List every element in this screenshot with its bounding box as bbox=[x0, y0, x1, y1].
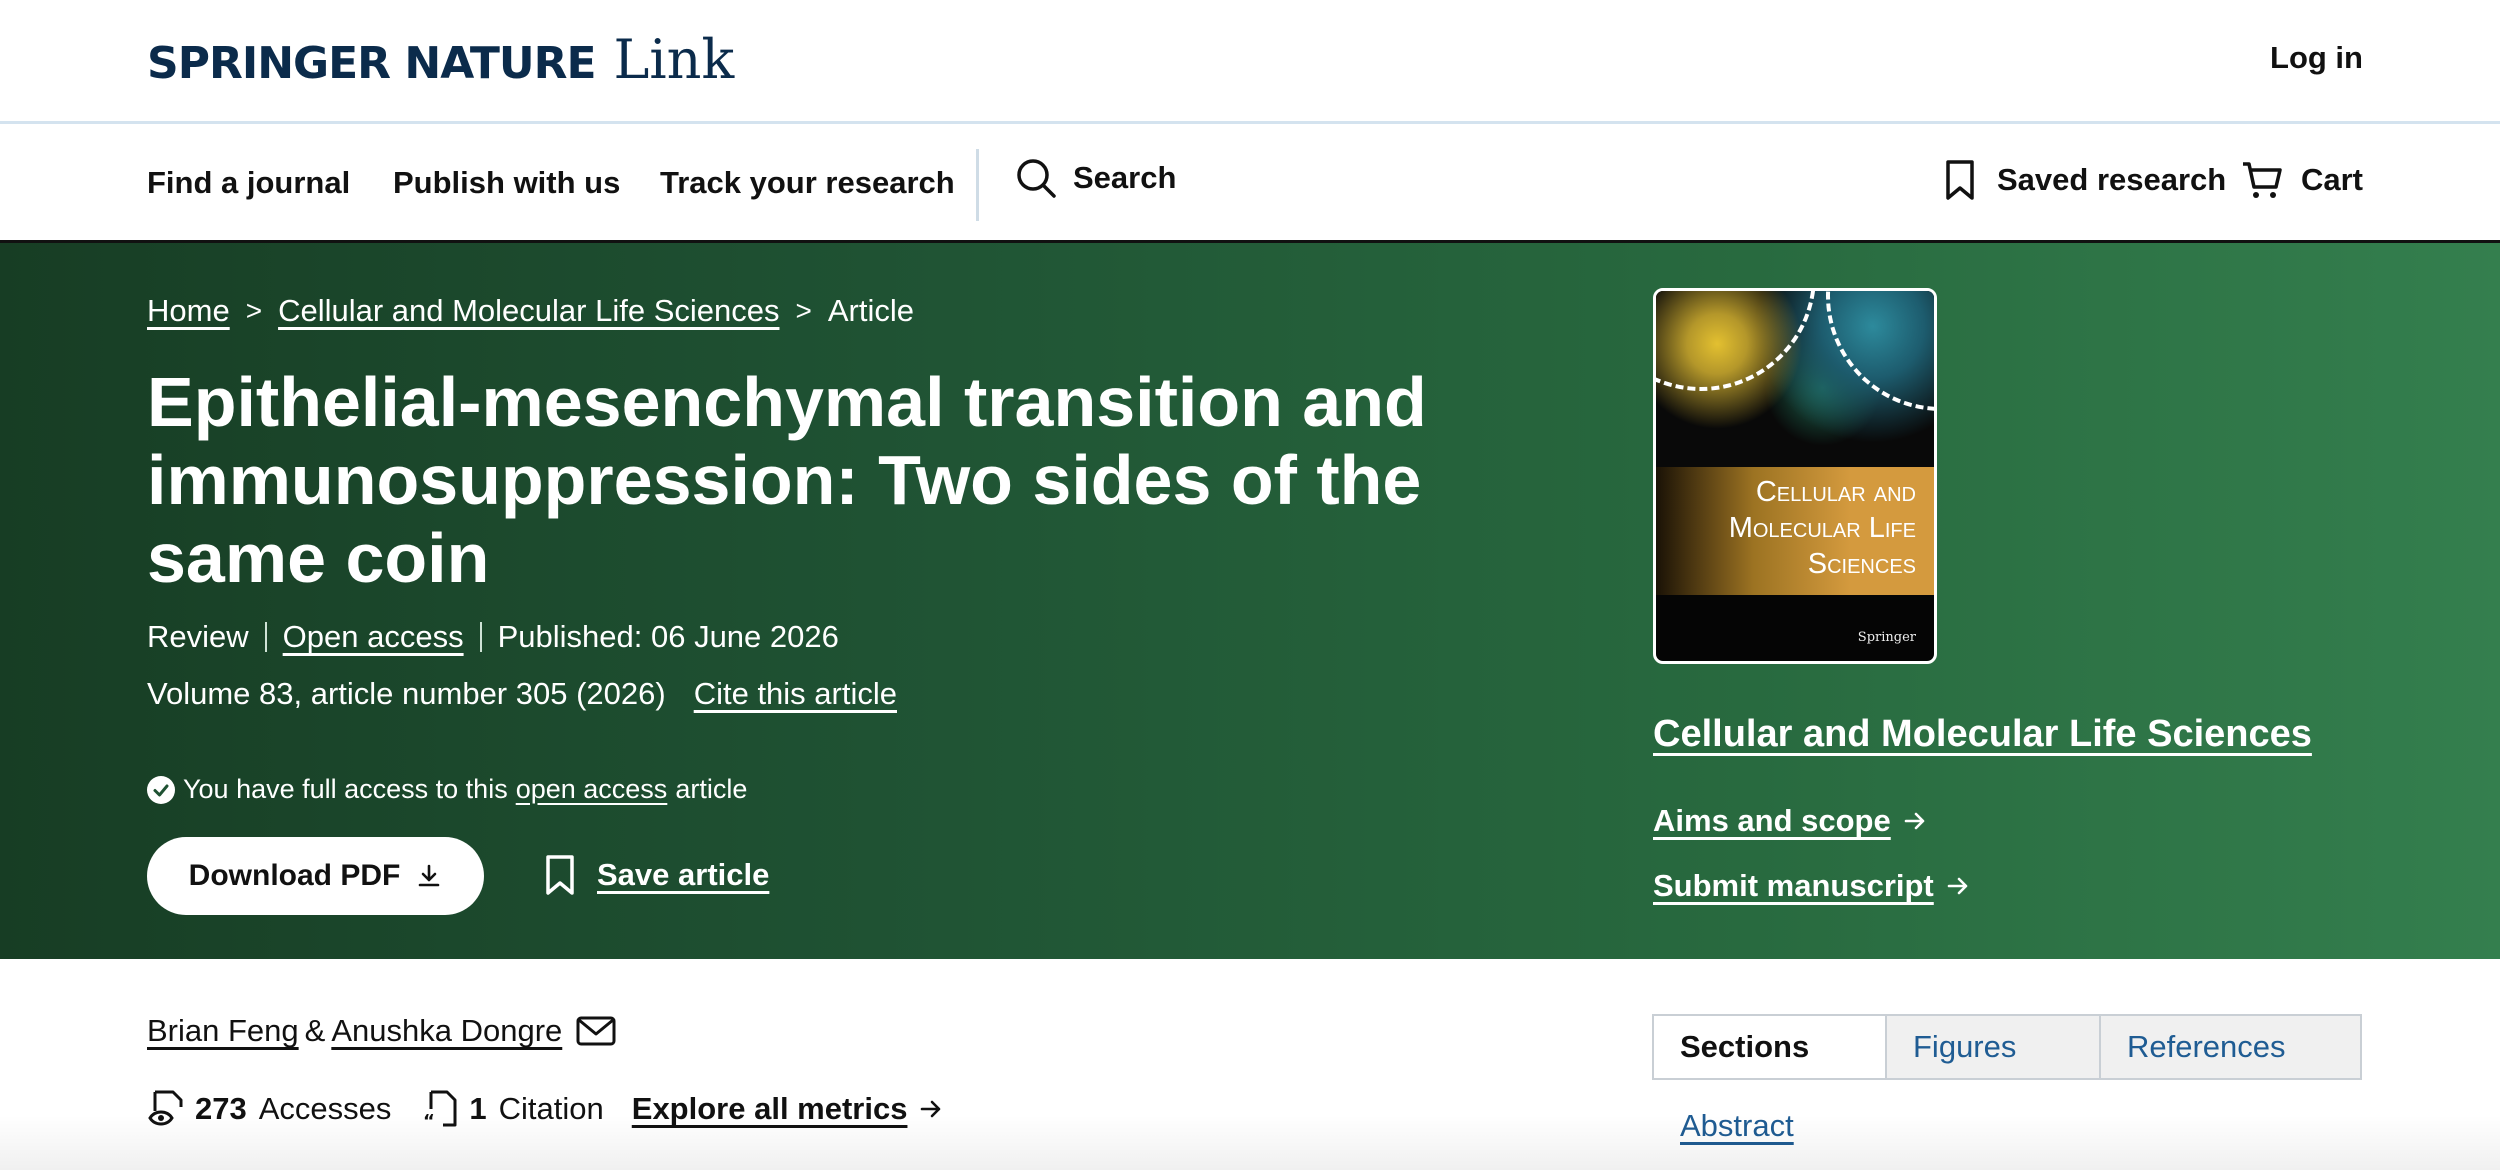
download-pdf-button[interactable]: Download PDF bbox=[147, 837, 484, 915]
breadcrumb-separator: > bbox=[245, 295, 263, 326]
nav-search-label: Search bbox=[1073, 160, 1177, 195]
nav-track-research[interactable]: Track your research bbox=[660, 165, 955, 201]
accesses-label: Accesses bbox=[258, 1091, 392, 1126]
nav-saved-research[interactable]: Saved research bbox=[1945, 159, 2226, 201]
check-circle-icon bbox=[147, 775, 175, 804]
meta-divider bbox=[264, 622, 267, 652]
cart-icon bbox=[2242, 162, 2282, 198]
arrow-right-icon bbox=[1904, 812, 1925, 830]
breadcrumb-current: Article bbox=[827, 293, 914, 328]
main-nav: Find a journal Publish with us Track you… bbox=[0, 127, 2500, 243]
email-icon[interactable] bbox=[576, 1015, 616, 1047]
breadcrumb-separator: > bbox=[795, 295, 812, 326]
logo-product-text: Link bbox=[613, 28, 735, 91]
author-list: Brian Feng & Anushka Dongre bbox=[147, 1013, 616, 1049]
arrow-right-icon bbox=[921, 1100, 941, 1118]
breadcrumb: Home > Cellular and Molecular Life Scien… bbox=[147, 293, 914, 329]
download-icon bbox=[419, 864, 440, 887]
published-date: Published: 06 June 2026 bbox=[497, 619, 839, 654]
site-header: SPRINGER NATURE Link Log in bbox=[0, 0, 2500, 124]
cover-line: Molecular Life bbox=[1728, 512, 1916, 544]
article-volume: Volume 83, article number 305 (2026) bbox=[147, 676, 666, 711]
submit-manuscript-label: Submit manuscript bbox=[1653, 868, 1934, 903]
meta-divider bbox=[479, 622, 482, 652]
cite-article-link[interactable]: Cite this article bbox=[694, 676, 897, 712]
author-link[interactable]: Anushka Dongre bbox=[331, 1013, 562, 1049]
article-title: Epithelial-mesenchymal transition and im… bbox=[147, 363, 1427, 597]
login-link[interactable]: Log in bbox=[2270, 40, 2363, 76]
svg-text:“: “ bbox=[423, 1111, 435, 1129]
submit-manuscript-link[interactable]: Submit manuscript bbox=[1653, 868, 1970, 904]
article-sidebar-tabs: Sections Figures References bbox=[1652, 1014, 2362, 1080]
save-article-label: Save article bbox=[597, 857, 770, 892]
article-metrics: 273 Accesses “ 1 Citation Explore all me… bbox=[147, 1089, 943, 1129]
search-icon bbox=[1017, 159, 1056, 198]
citation-label: Citation bbox=[498, 1091, 604, 1126]
article-volume-row: Volume 83, article number 305 (2026) Cit… bbox=[147, 676, 897, 712]
cover-line: Sciences bbox=[1807, 548, 1916, 580]
arrow-right-icon bbox=[1947, 877, 1968, 895]
article-type: Review bbox=[147, 619, 249, 654]
access-open-access-link[interactable]: open access bbox=[516, 774, 668, 805]
tab-references[interactable]: References bbox=[2101, 1016, 2360, 1078]
journal-cover-image[interactable]: Cellular and Molecular Life Sciences Spr… bbox=[1653, 288, 1937, 664]
nav-cart-label: Cart bbox=[2300, 162, 2363, 197]
article-meta: Review Open access Published: 06 June 20… bbox=[147, 619, 839, 655]
citation-count: 1 bbox=[469, 1091, 487, 1126]
access-suffix: article bbox=[675, 774, 748, 804]
nav-cart[interactable]: Cart bbox=[2241, 159, 2363, 201]
nav-saved-label: Saved research bbox=[1997, 162, 2227, 197]
nav-publish-with-us[interactable]: Publish with us bbox=[393, 165, 620, 201]
aims-and-scope-label: Aims and scope bbox=[1653, 803, 1891, 838]
cover-publisher: Springer bbox=[1857, 630, 1916, 645]
access-notice: You have full access to this open access… bbox=[147, 774, 747, 805]
logo-brand-text: SPRINGER NATURE bbox=[147, 38, 597, 89]
journal-title-link[interactable]: Cellular and Molecular Life Sciences bbox=[1653, 713, 2312, 756]
breadcrumb-journal[interactable]: Cellular and Molecular Life Sciences bbox=[278, 293, 779, 329]
aims-and-scope-link[interactable]: Aims and scope bbox=[1653, 803, 1927, 839]
bookmark-icon bbox=[1946, 160, 1974, 200]
tab-sections[interactable]: Sections bbox=[1654, 1016, 1887, 1078]
access-prefix: You have full access to this bbox=[183, 774, 508, 804]
cover-line: Cellular and bbox=[1755, 476, 1916, 508]
author-joiner: & bbox=[304, 1013, 326, 1048]
nav-divider bbox=[976, 149, 979, 221]
nav-find-journal[interactable]: Find a journal bbox=[147, 165, 350, 201]
section-link-abstract[interactable]: Abstract bbox=[1680, 1108, 1794, 1144]
download-pdf-label: Download PDF bbox=[188, 859, 401, 892]
nav-search-button[interactable]: Search bbox=[1015, 157, 1176, 199]
breadcrumb-home[interactable]: Home bbox=[147, 293, 230, 329]
springer-nature-link-logo[interactable]: SPRINGER NATURE Link bbox=[147, 28, 734, 91]
citation-icon: “ bbox=[423, 1090, 457, 1129]
bookmark-icon bbox=[546, 855, 574, 895]
open-access-link[interactable]: Open access bbox=[283, 619, 464, 655]
author-link[interactable]: Brian Feng bbox=[147, 1013, 299, 1049]
explore-metrics-link[interactable]: Explore all metrics bbox=[632, 1091, 908, 1127]
accesses-icon bbox=[148, 1090, 183, 1126]
tab-figures[interactable]: Figures bbox=[1887, 1016, 2101, 1078]
article-hero: Home > Cellular and Molecular Life Scien… bbox=[0, 243, 2500, 959]
cover-journal-name: Cellular and Molecular Life Sciences bbox=[1729, 474, 1916, 582]
save-article-button[interactable]: Save article bbox=[545, 854, 769, 896]
accesses-count: 273 bbox=[195, 1091, 247, 1126]
